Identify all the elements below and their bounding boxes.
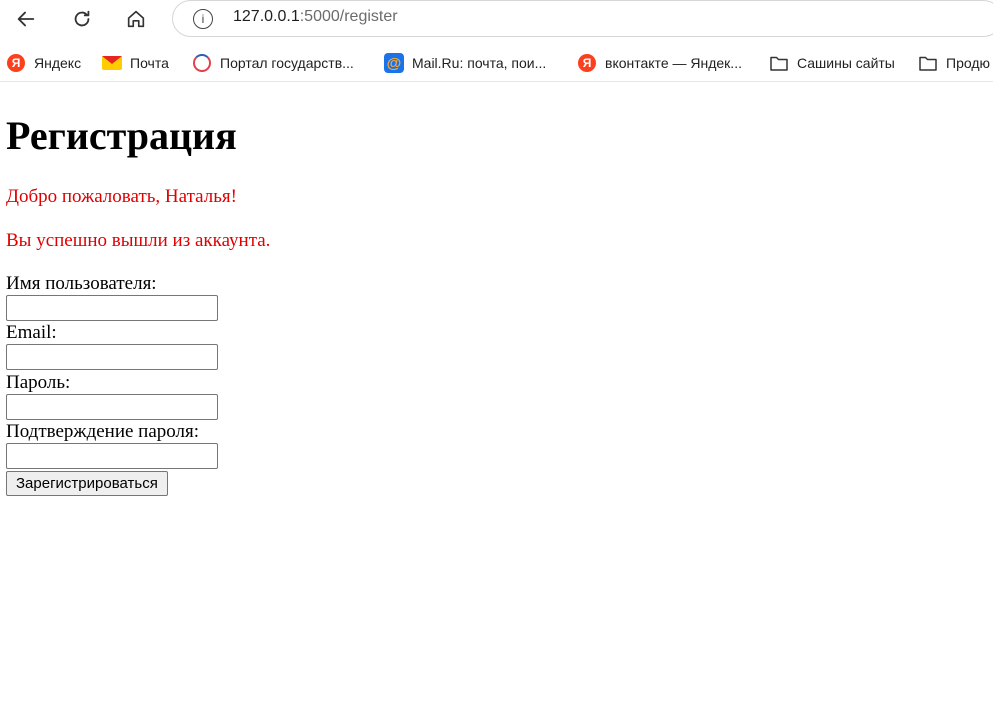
email-input[interactable]	[6, 344, 218, 370]
mail-icon	[102, 53, 122, 73]
url-host: 127.0.0.1	[233, 8, 300, 25]
bookmark-pochta[interactable]: Почта	[102, 52, 169, 74]
email-label: Email:	[6, 322, 57, 343]
bookmark-label: Сашины сайты	[797, 55, 895, 71]
url-path: :5000/register	[299, 8, 398, 25]
address-bar[interactable]: i 127.0.0.1:5000/register	[172, 0, 993, 37]
mailru-icon: @	[384, 53, 404, 73]
folder-icon	[918, 53, 938, 73]
gosuslugi-icon	[192, 53, 212, 73]
bookmark-gosuslugi[interactable]: Портал государств...	[192, 52, 354, 74]
page-title: Регистрация	[6, 113, 237, 158]
bookmark-folder-produ[interactable]: Продю	[918, 52, 990, 74]
browser-toolbar: i 127.0.0.1:5000/register	[0, 0, 993, 38]
flash-message: Добро пожаловать, Наталья!	[6, 186, 237, 207]
bookmark-label: Портал государств...	[220, 55, 354, 71]
username-label: Имя пользователя:	[6, 273, 157, 294]
yandex-icon: Я	[6, 53, 26, 73]
bookmark-label: Продю	[946, 55, 990, 71]
password-input[interactable]	[6, 394, 218, 420]
bookmark-yandex[interactable]: Я Яндекс	[6, 52, 81, 74]
site-info-icon[interactable]: i	[193, 9, 213, 29]
arrow-left-icon	[17, 11, 35, 27]
back-button[interactable]	[10, 3, 42, 35]
bookmark-label: Яндекс	[34, 55, 82, 71]
confirm-password-input[interactable]	[6, 443, 218, 469]
bookmark-vkontakte[interactable]: Я вконтакте — Яндек...	[577, 52, 742, 74]
reload-button[interactable]	[66, 3, 98, 35]
username-input[interactable]	[6, 295, 218, 321]
bookmark-label: Mail.Ru: почта, пои...	[412, 55, 547, 71]
register-button[interactable]: Зарегистрироваться	[6, 471, 168, 496]
url-text[interactable]: 127.0.0.1:5000/register	[233, 8, 398, 26]
confirm-password-label: Подтверждение пароля:	[6, 421, 200, 442]
home-button[interactable]	[120, 3, 152, 35]
home-icon	[127, 10, 145, 28]
bookmarks-bar: Я Яндекс Почта Портал государств... @ Ma…	[0, 44, 993, 82]
folder-icon	[769, 53, 789, 73]
password-label: Пароль:	[6, 372, 71, 393]
yandex-icon: Я	[577, 53, 597, 73]
reload-icon	[74, 10, 90, 27]
bookmark-label: вконтакте — Яндек...	[605, 55, 742, 71]
bookmark-label: Почта	[130, 55, 169, 71]
flash-message: Вы успешно вышли из аккаунта.	[6, 230, 271, 251]
bookmark-folder-sasha[interactable]: Сашины сайты	[769, 52, 895, 74]
bookmark-mailru[interactable]: @ Mail.Ru: почта, пои...	[384, 52, 546, 74]
